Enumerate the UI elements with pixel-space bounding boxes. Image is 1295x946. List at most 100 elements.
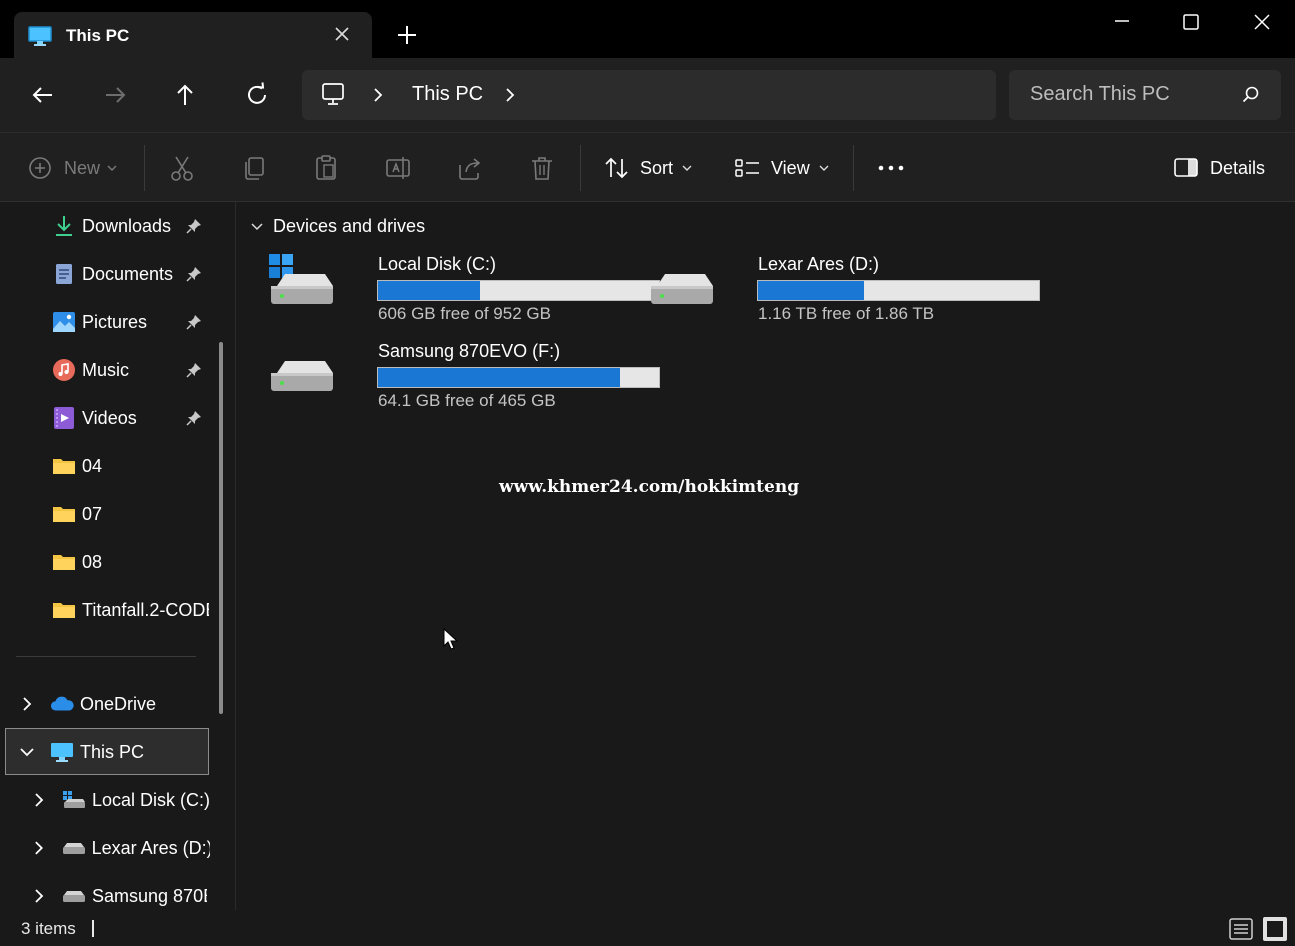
chevron-right-icon[interactable] [30, 839, 48, 857]
pin-icon[interactable] [186, 218, 202, 234]
drive-icon [62, 884, 86, 908]
sidebar-item-label: Lexar Ares (D:) [91, 837, 210, 858]
new-button[interactable]: New [27, 153, 118, 183]
chevron-down-icon[interactable] [249, 219, 265, 235]
drive-name: Local Disk (C:) [378, 254, 497, 274]
drive-tile[interactable]: Lexar Ares (D:) 1.16 TB free of 1.86 TB [649, 254, 1040, 332]
monitor-icon [28, 26, 52, 46]
address-bar[interactable]: This PC [302, 70, 996, 120]
sidebar-item-folder-07[interactable]: 07 [52, 494, 217, 534]
rename-icon[interactable] [384, 153, 412, 183]
sidebar-item-downloads[interactable]: Downloads [52, 206, 217, 246]
document-icon [52, 262, 76, 286]
close-window-icon[interactable] [1248, 8, 1276, 36]
navigation-pane: Downloads Documents Pictures Music Video… [0, 202, 236, 910]
new-tab-icon[interactable] [394, 22, 420, 48]
back-arrow-icon[interactable] [28, 80, 58, 110]
sidebar-item-local-disk-c[interactable]: Local Disk (C:) [30, 780, 210, 820]
tab-title: This PC [66, 26, 130, 45]
address-segment-this-pc[interactable]: This PC [412, 83, 483, 106]
sidebar-item-pictures[interactable]: Pictures [52, 302, 217, 342]
details-pane-icon [1174, 158, 1198, 177]
close-tab-icon[interactable] [330, 22, 354, 46]
delete-icon[interactable] [528, 153, 556, 183]
view-list-icon [735, 159, 759, 177]
details-view-icon[interactable] [1228, 916, 1254, 942]
status-separator [92, 920, 94, 937]
sidebar-item-videos[interactable]: Videos [52, 398, 217, 438]
folder-icon [52, 454, 76, 478]
cloud-icon [50, 692, 74, 716]
sidebar-item-label: OneDrive [80, 693, 157, 714]
pin-icon[interactable] [186, 410, 202, 426]
watermark-text: www.khmer24.com/hokkimteng [499, 477, 800, 497]
refresh-icon[interactable] [242, 80, 272, 110]
forward-arrow-icon[interactable] [100, 80, 130, 110]
folder-icon [52, 550, 76, 574]
maximize-icon[interactable] [1177, 8, 1205, 36]
drive-usage-bar [377, 280, 660, 301]
chevron-right-icon[interactable] [30, 791, 48, 809]
sidebar-item-folder-04[interactable]: 04 [52, 446, 217, 486]
view-button[interactable]: View [734, 153, 830, 183]
sidebar-item-lexar-ares-d[interactable]: Lexar Ares (D:) [30, 828, 210, 868]
tiles-view-icon[interactable] [1262, 916, 1288, 942]
chevron-right-icon[interactable] [370, 86, 386, 104]
paste-icon[interactable] [312, 153, 340, 183]
system-drive-icon [269, 254, 333, 304]
sidebar-item-music[interactable]: Music [52, 350, 217, 390]
folder-icon [52, 502, 76, 526]
drive-tile[interactable]: Samsung 870EVO (F:) 64.1 GB free of 465 … [269, 341, 660, 419]
sidebar-item-label: 08 [82, 551, 103, 572]
drive-name: Lexar Ares (D:) [758, 254, 880, 274]
download-icon [52, 214, 76, 238]
chevron-right-icon[interactable] [30, 887, 48, 905]
system-drive-icon [62, 788, 86, 812]
sort-button[interactable]: Sort [603, 153, 693, 183]
drive-free-space: 606 GB free of 952 GB [378, 304, 551, 323]
title-bar: This PC [0, 0, 1295, 59]
drive-free-space: 64.1 GB free of 465 GB [378, 391, 556, 410]
file-list: Devices and drives Local Disk (C:) 606 G… [237, 202, 1295, 910]
search-icon[interactable] [1241, 85, 1261, 105]
search-input[interactable]: Search This PC [1030, 83, 1170, 106]
sidebar-item-onedrive[interactable]: OneDrive [18, 684, 213, 724]
sort-label: Sort [640, 157, 674, 178]
copy-icon[interactable] [240, 153, 268, 183]
group-title: Devices and drives [273, 216, 426, 236]
chevron-down-icon [819, 165, 829, 171]
sidebar-item-this-pc[interactable]: This PC [18, 732, 208, 772]
sidebar-item-folder-titanfall[interactable]: Titanfall.2-CODE [52, 590, 209, 630]
navigation-bar: This PC Search This PC [0, 58, 1295, 132]
sidebar-scrollbar[interactable] [219, 342, 223, 714]
cut-icon[interactable] [168, 153, 196, 183]
drive-icon [271, 361, 333, 391]
sidebar-item-documents[interactable]: Documents [52, 254, 217, 294]
search-box[interactable]: Search This PC [1009, 70, 1281, 120]
mouse-pointer-icon [443, 628, 459, 650]
sidebar-item-label: Pictures [82, 311, 148, 332]
minimize-icon[interactable] [1108, 8, 1136, 36]
sidebar-item-folder-08[interactable]: 08 [52, 542, 217, 582]
up-arrow-icon[interactable] [170, 80, 200, 110]
chevron-right-icon[interactable] [502, 86, 518, 104]
drive-name: Samsung 870EVO (F:) [378, 341, 561, 361]
drive-usage-fill [378, 368, 621, 387]
share-icon[interactable] [456, 153, 484, 183]
music-icon [52, 358, 76, 382]
details-pane-button[interactable]: Details [1173, 153, 1265, 183]
chevron-right-icon[interactable] [18, 695, 36, 713]
group-header-devices[interactable]: Devices and drives [249, 216, 425, 237]
drive-icon [62, 836, 86, 860]
pin-icon[interactable] [186, 314, 202, 330]
drive-tile[interactable]: Local Disk (C:) 606 GB free of 952 GB [269, 254, 660, 332]
chevron-down-icon[interactable] [18, 743, 36, 761]
more-options-icon[interactable] [876, 153, 906, 183]
status-bar: 3 items [0, 910, 1295, 946]
sidebar-item-label: 07 [82, 503, 103, 524]
pin-icon[interactable] [186, 266, 202, 282]
pin-icon[interactable] [186, 362, 202, 378]
drive-usage-bar [377, 367, 660, 388]
tab-this-pc[interactable]: This PC [14, 12, 372, 59]
sidebar-item-label: Documents [82, 263, 174, 284]
